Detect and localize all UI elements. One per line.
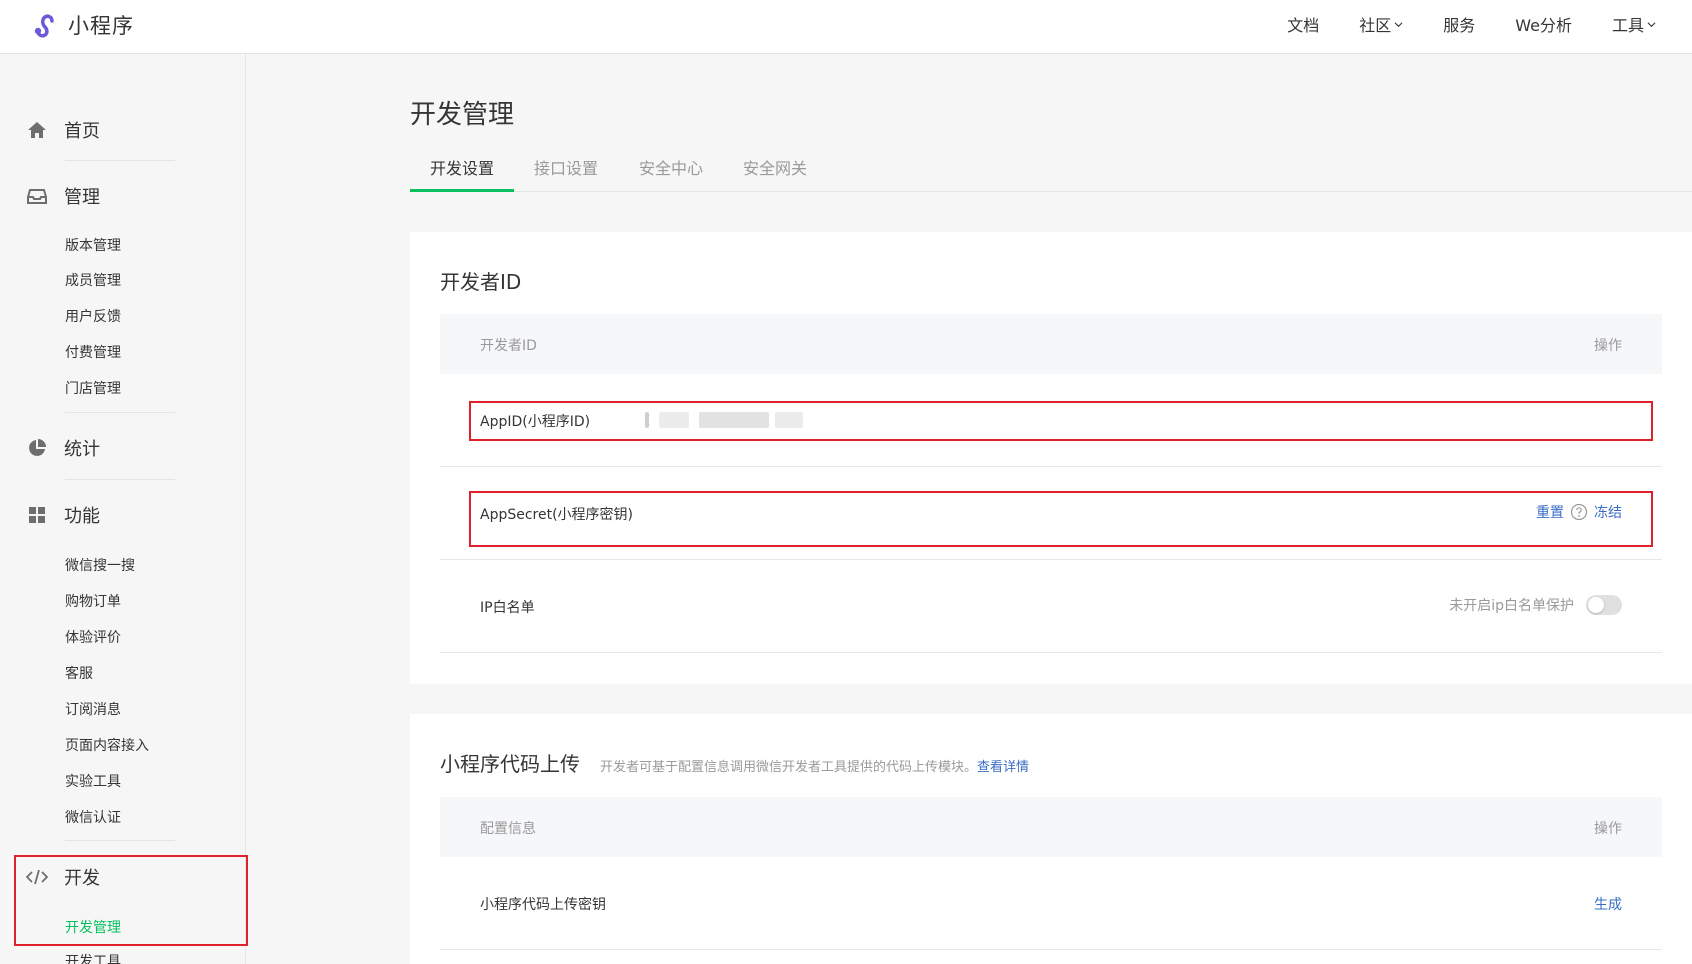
nav-services-label: 服务 bbox=[1443, 16, 1476, 35]
nav-tools-label: 工具 bbox=[1611, 16, 1644, 35]
sidebar-item-dev-tools[interactable]: 开发工具 bbox=[65, 951, 121, 964]
ip-whitelist-label: IP白名单 bbox=[480, 600, 535, 616]
sidebar-divider bbox=[65, 160, 175, 161]
code-upload-desc: 开发者可基于配置信息调用微信开发者工具提供的代码上传模块。 bbox=[600, 760, 978, 775]
top-nav: 文档 社区 服务 We分析 工具 bbox=[1247, 0, 1656, 48]
logo[interactable]: 小程序 bbox=[28, 9, 134, 41]
code-upload-header: 小程序代码上传 开发者可基于配置信息调用微信开发者工具提供的代码上传模块。 查看… bbox=[440, 748, 1029, 777]
active-tab-indicator bbox=[410, 189, 514, 192]
tab-bar: 开发设置 接口设置 安全中心 安全网关 bbox=[410, 156, 1692, 192]
col-actions: 操作 bbox=[1594, 821, 1622, 837]
developer-id-card: 开发者ID 开发者ID 操作 AppID(小程序ID) AppSecret(小程… bbox=[410, 232, 1692, 684]
sidebar-group-manage[interactable]: 管理 bbox=[26, 183, 100, 209]
inbox-icon bbox=[26, 185, 48, 207]
code-upload-table-header: 配置信息 操作 bbox=[440, 797, 1662, 857]
sidebar-item-wechat-search[interactable]: 微信搜一搜 bbox=[65, 555, 135, 575]
grid-icon bbox=[26, 504, 48, 526]
sidebar-divider bbox=[65, 840, 175, 841]
sidebar-item-stats-label: 统计 bbox=[64, 439, 100, 460]
ip-whitelist-toggle[interactable] bbox=[1586, 595, 1622, 615]
sidebar-item-home[interactable]: 首页 bbox=[26, 117, 100, 143]
pie-chart-icon bbox=[26, 437, 48, 459]
sidebar-group-features-label: 功能 bbox=[64, 506, 100, 527]
highlight-box-dev bbox=[14, 855, 248, 946]
sidebar-divider bbox=[65, 412, 175, 413]
sidebar-item-reviews[interactable]: 体验评价 bbox=[65, 627, 121, 647]
nav-docs[interactable]: 文档 bbox=[1287, 12, 1319, 36]
home-icon bbox=[26, 119, 48, 141]
nav-we-analytics-label: We分析 bbox=[1515, 16, 1572, 35]
view-details-link[interactable]: 查看详情 bbox=[977, 756, 1029, 775]
generate-key-link[interactable]: 生成 bbox=[1594, 894, 1622, 914]
code-upload-title: 小程序代码上传 bbox=[440, 752, 580, 776]
nav-we-analytics[interactable]: We分析 bbox=[1515, 12, 1572, 36]
sidebar-item-stats[interactable]: 统计 bbox=[26, 435, 100, 461]
sidebar-item-version[interactable]: 版本管理 bbox=[65, 235, 121, 255]
sidebar-item-stores[interactable]: 门店管理 bbox=[65, 378, 121, 398]
upload-key-actions: 生成 bbox=[1594, 894, 1622, 914]
ip-whitelist-actions: 未开启ip白名单保护 bbox=[1449, 595, 1622, 615]
sidebar-item-experiments[interactable]: 实验工具 bbox=[65, 771, 121, 791]
tab-security-gateway[interactable]: 安全网关 bbox=[743, 156, 807, 192]
tab-dev-settings[interactable]: 开发设置 bbox=[430, 156, 494, 192]
sidebar-item-payment[interactable]: 付费管理 bbox=[65, 342, 121, 362]
nav-community[interactable]: 社区 bbox=[1359, 12, 1403, 36]
sidebar-group-features[interactable]: 功能 bbox=[26, 502, 100, 528]
nav-tools[interactable]: 工具 bbox=[1612, 12, 1656, 36]
tab-security-center[interactable]: 安全中心 bbox=[639, 156, 703, 192]
chevron-down-icon bbox=[1394, 21, 1403, 27]
nav-community-label: 社区 bbox=[1359, 16, 1392, 35]
sidebar-item-members[interactable]: 成员管理 bbox=[65, 270, 121, 290]
chevron-down-icon bbox=[1647, 21, 1656, 27]
logo-text: 小程序 bbox=[68, 14, 134, 38]
nav-docs-label: 文档 bbox=[1287, 16, 1320, 35]
tab-api-settings[interactable]: 接口设置 bbox=[534, 156, 598, 192]
upload-key-row: 小程序代码上传密钥 生成 bbox=[440, 857, 1662, 950]
sidebar-item-orders[interactable]: 购物订单 bbox=[65, 591, 121, 611]
col-developer-id: 开发者ID bbox=[480, 338, 537, 354]
sidebar-item-certification[interactable]: 微信认证 bbox=[65, 807, 121, 827]
sidebar-item-customer-service[interactable]: 客服 bbox=[65, 663, 93, 683]
sidebar-item-feedback[interactable]: 用户反馈 bbox=[65, 306, 121, 326]
toggle-knob bbox=[1588, 597, 1604, 613]
sidebar-item-page-content[interactable]: 页面内容接入 bbox=[65, 735, 149, 755]
ip-whitelist-status: 未开启ip白名单保护 bbox=[1449, 598, 1574, 614]
sidebar-item-subscription[interactable]: 订阅消息 bbox=[65, 699, 121, 719]
upload-key-label: 小程序代码上传密钥 bbox=[480, 897, 606, 913]
col-config-info: 配置信息 bbox=[480, 821, 536, 837]
page-title: 开发管理 bbox=[410, 100, 515, 130]
sidebar-item-home-label: 首页 bbox=[64, 121, 100, 142]
highlight-box-appsecret bbox=[469, 491, 1653, 547]
col-actions: 操作 bbox=[1594, 338, 1622, 354]
top-bar: 小程序 文档 社区 服务 We分析 工具 bbox=[0, 0, 1692, 54]
sidebar-group-manage-label: 管理 bbox=[64, 187, 100, 208]
developer-id-table-header: 开发者ID 操作 bbox=[440, 314, 1662, 374]
code-upload-card: 小程序代码上传 开发者可基于配置信息调用微信开发者工具提供的代码上传模块。 查看… bbox=[410, 714, 1692, 964]
ip-whitelist-row: IP白名单 未开启ip白名单保护 bbox=[440, 560, 1662, 653]
mini-program-logo-icon bbox=[34, 14, 54, 38]
sidebar-divider bbox=[65, 479, 175, 480]
developer-id-title: 开发者ID bbox=[440, 270, 522, 294]
highlight-box-appid bbox=[469, 401, 1653, 441]
nav-services[interactable]: 服务 bbox=[1443, 12, 1475, 36]
